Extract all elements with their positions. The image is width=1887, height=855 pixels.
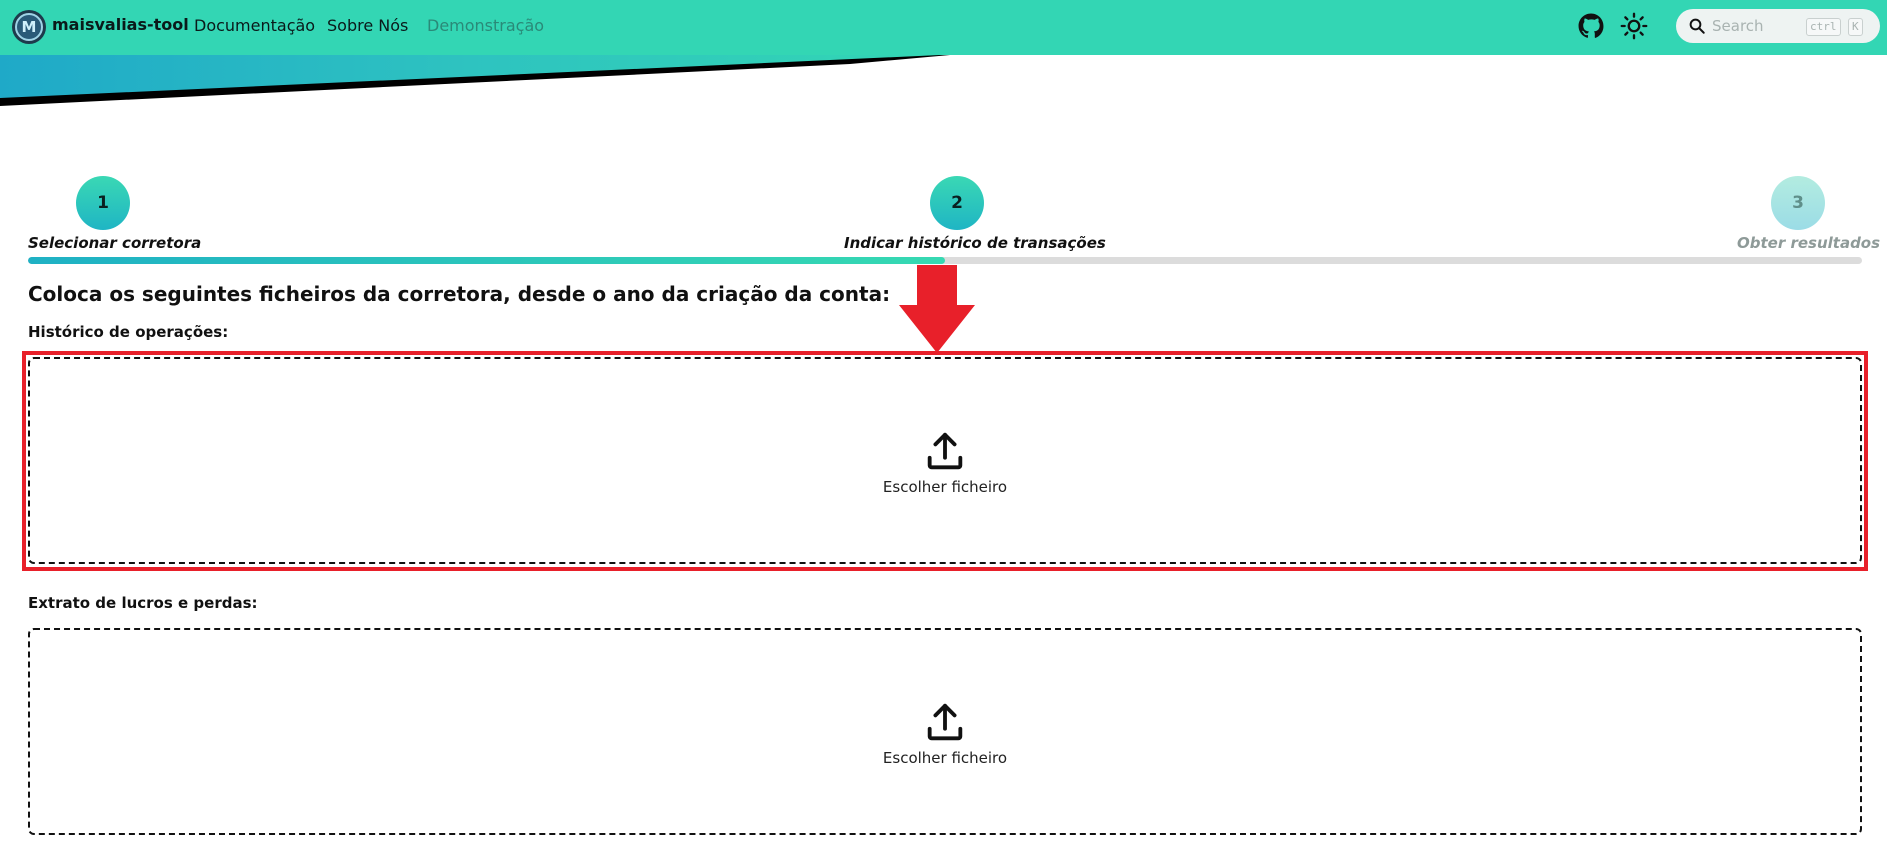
github-icon[interactable] xyxy=(1578,13,1604,39)
step-3-circle: 3 xyxy=(1771,176,1825,230)
stepper-progress-track xyxy=(28,257,1862,264)
sun-icon[interactable] xyxy=(1620,12,1648,40)
nav-link-sobre-nos[interactable]: Sobre Nós xyxy=(327,16,408,35)
search-box[interactable]: ctrl K xyxy=(1676,9,1880,43)
step-2-label: Indicar histórico de transações xyxy=(844,234,1106,252)
brand-link[interactable]: maisvalias-tool xyxy=(52,15,189,34)
nav-link-demonstracao[interactable]: Demonstração xyxy=(427,16,544,35)
dropzone-extrato[interactable]: Escolher ficheiro xyxy=(28,628,1862,835)
arrow-down-icon xyxy=(899,265,975,353)
top-navbar: M maisvalias-tool Documentação Sobre Nós… xyxy=(0,0,1887,55)
kbd-ctrl: ctrl xyxy=(1806,18,1841,36)
section-label-historico: Histórico de operações: xyxy=(28,323,229,341)
nav-link-documentacao[interactable]: Documentação xyxy=(194,16,315,35)
kbd-k: K xyxy=(1848,18,1863,36)
stepper-progress-fill xyxy=(28,257,945,264)
annotation-highlight-box xyxy=(22,351,1868,571)
page-heading: Coloca os seguintes ficheiros da correto… xyxy=(28,282,891,306)
step-2-circle[interactable]: 2 xyxy=(930,176,984,230)
search-icon xyxy=(1689,18,1705,34)
search-input[interactable] xyxy=(1712,16,1802,36)
step-1-circle[interactable]: 1 xyxy=(76,176,130,230)
section-label-extrato: Extrato de lucros e perdas: xyxy=(28,594,258,612)
step-3-label: Obter resultados xyxy=(1737,234,1881,252)
step-1-label: Selecionar corretora xyxy=(28,234,202,252)
logo-icon[interactable]: M xyxy=(12,10,46,44)
choose-file-label: Escolher ficheiro xyxy=(882,749,1008,767)
upload-icon xyxy=(927,703,963,741)
